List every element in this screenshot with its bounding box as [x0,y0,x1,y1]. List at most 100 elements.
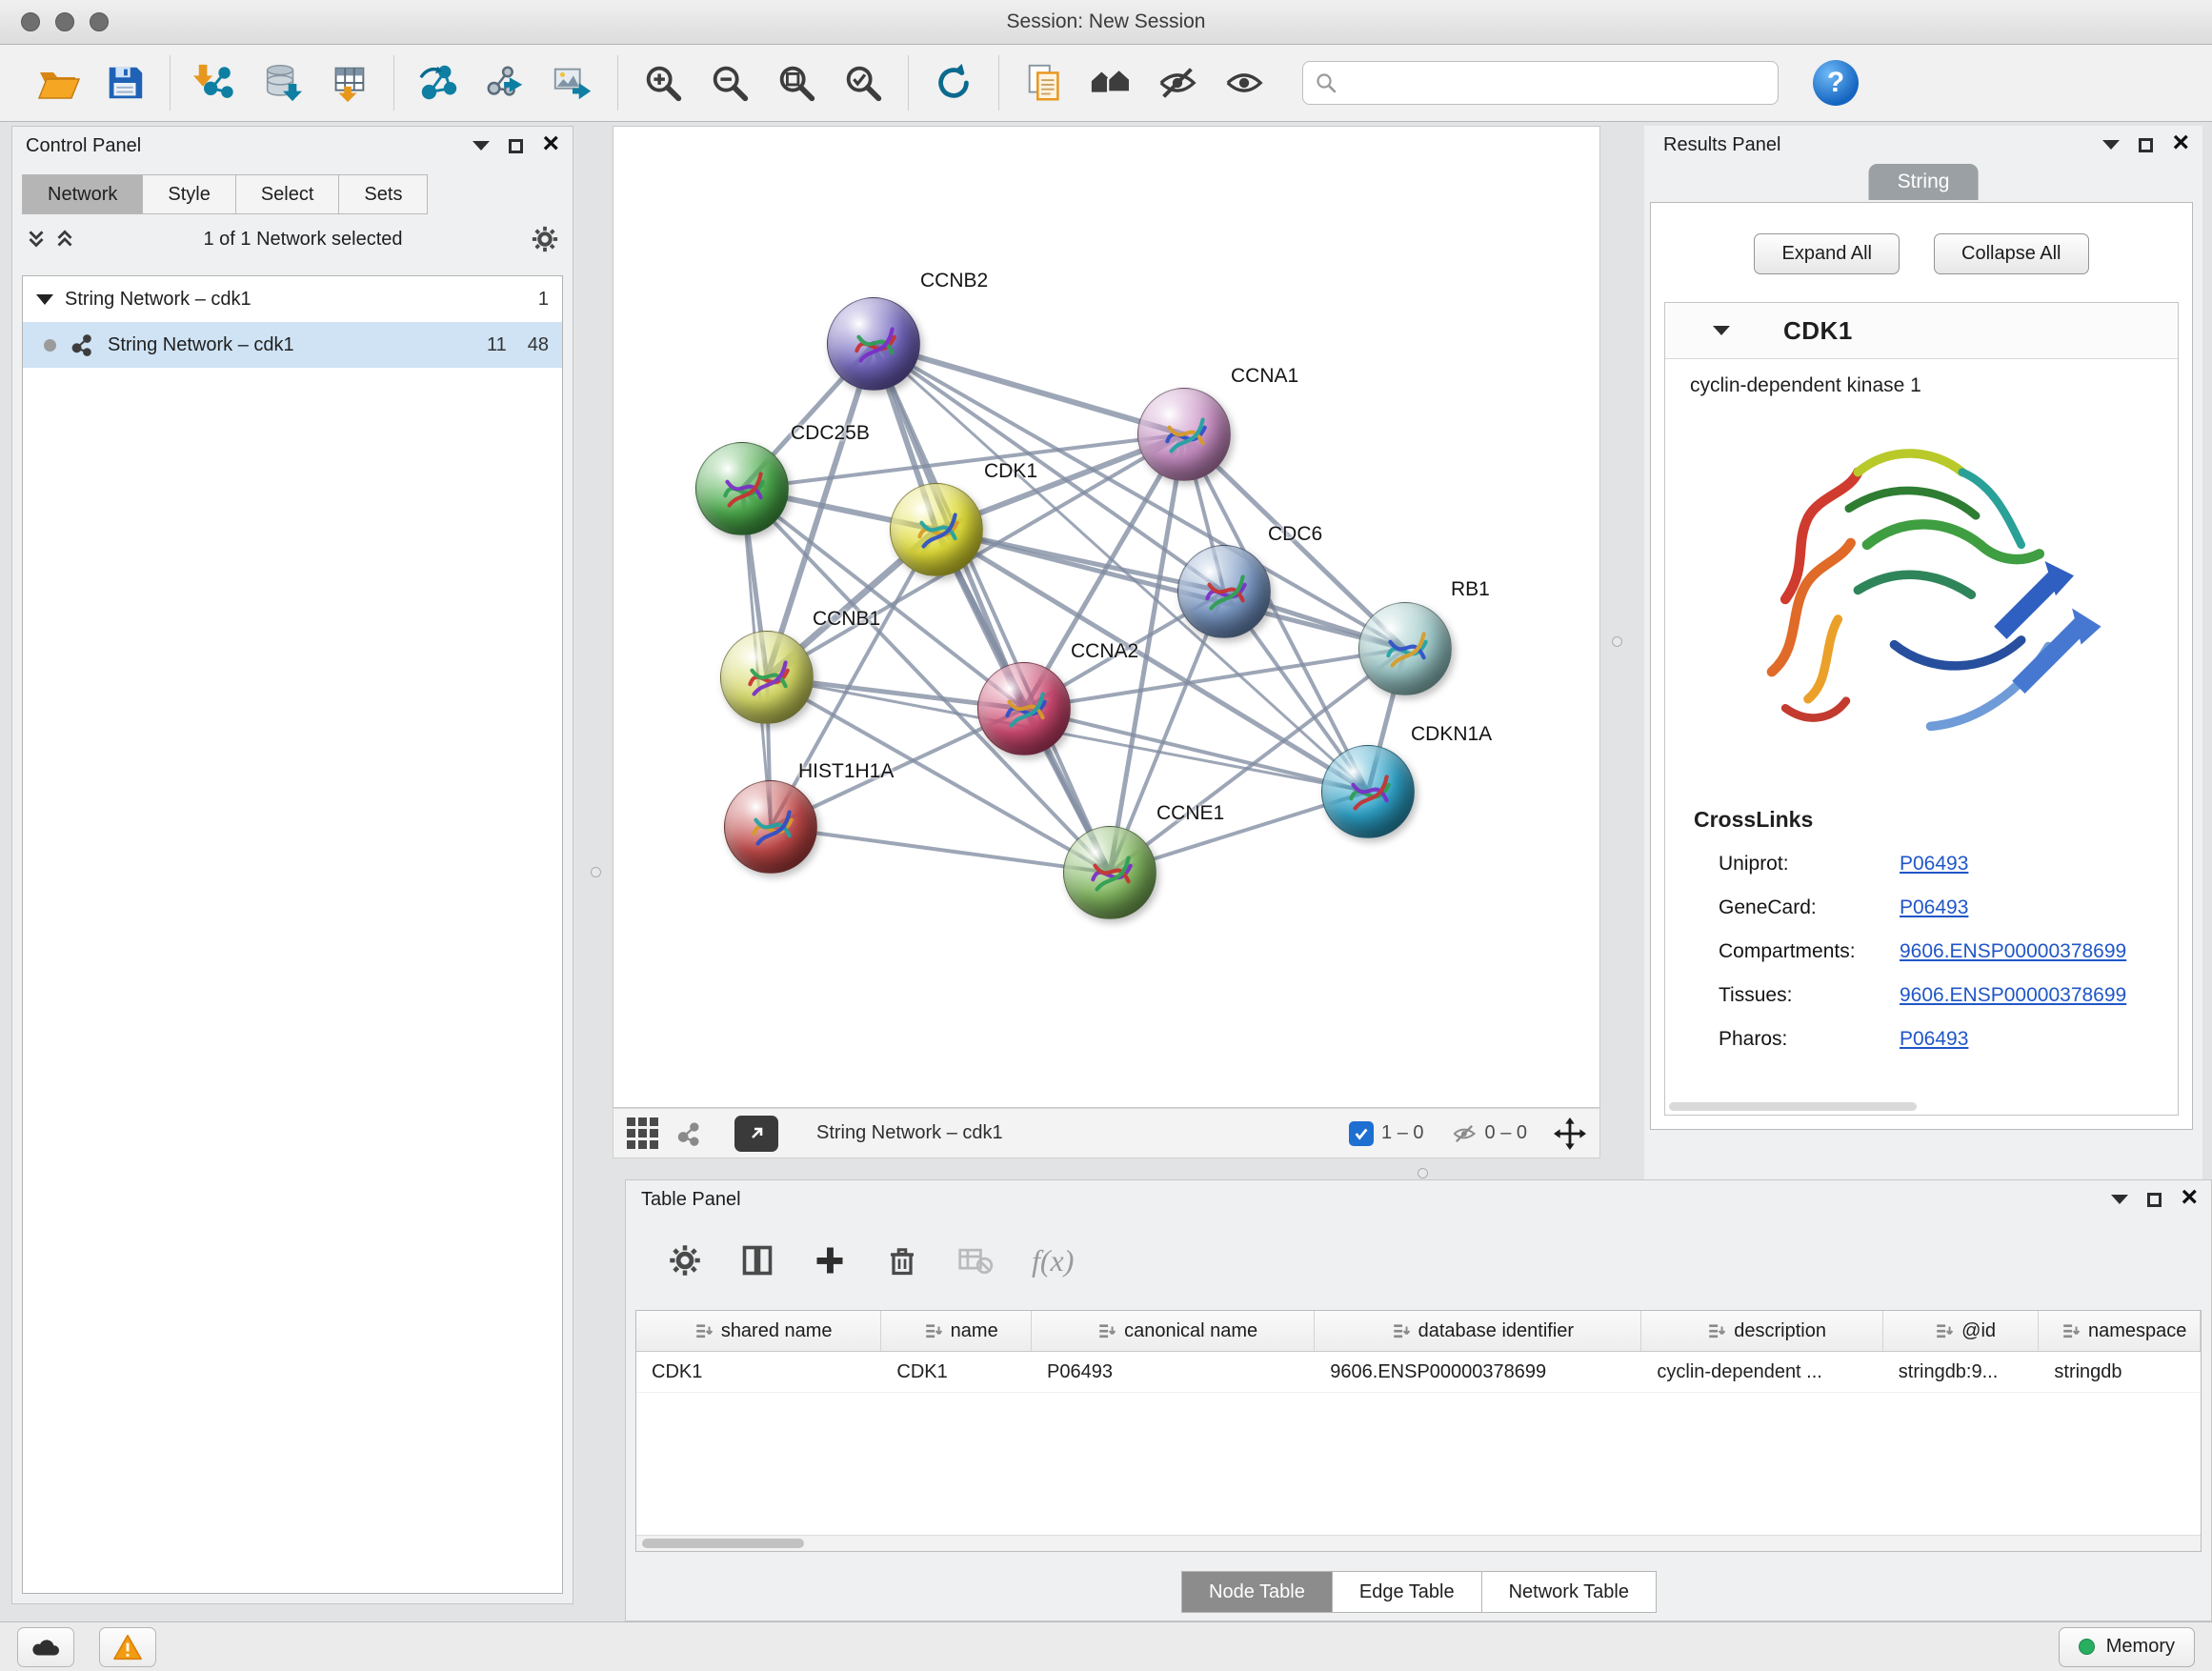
tab-node-table[interactable]: Node Table [1181,1571,1333,1613]
tab-style[interactable]: Style [142,174,235,214]
table-cell[interactable]: CDK1 [881,1352,1032,1392]
table-options-gear-icon[interactable] [668,1243,702,1278]
collapse-all-icon[interactable] [26,227,47,252]
table-cell[interactable]: 9606.ENSP00000378699 [1315,1352,1641,1392]
results-hscrollbar[interactable] [1669,1102,1917,1111]
maximize-window-button[interactable] [90,12,109,31]
home-views-icon[interactable] [1086,58,1136,108]
network-edge[interactable] [936,530,1405,649]
panel-menu-icon[interactable] [473,141,490,151]
table-cell[interactable]: P06493 [1032,1352,1315,1392]
tab-network-table[interactable]: Network Table [1481,1571,1657,1613]
network-node-ccne1[interactable] [1063,826,1156,919]
show-columns-icon[interactable] [740,1243,774,1278]
expand-all-button[interactable]: Expand All [1754,233,1900,274]
network-view-canvas[interactable]: CCNB2CCNA1CDC25BCDK1CDC6RB1CCNB1CCNA2CDK… [613,126,1600,1108]
gene-collapse-caret-icon[interactable] [1713,326,1730,335]
left-splitter-handle[interactable] [591,867,601,877]
network-node-cdc6[interactable] [1177,545,1271,638]
table-row[interactable]: CDK1CDK1P064939606.ENSP00000378699cyclin… [636,1352,2201,1393]
help-button[interactable]: ? [1813,60,1859,106]
crosslink-value-link[interactable]: P06493 [1900,853,1968,876]
tab-network[interactable]: Network [22,174,143,214]
network-row[interactable]: String Network – cdk1 11 48 [23,322,562,368]
import-network-file-icon[interactable] [191,58,240,108]
table-cell[interactable]: stringdb [2039,1352,2201,1392]
tree-expand-caret-icon[interactable] [36,294,53,305]
column-header-namespace[interactable]: namespace [2039,1311,2201,1351]
network-node-cdc25b[interactable] [695,442,789,535]
table-cell[interactable]: CDK1 [636,1352,881,1392]
column-header-shared-name[interactable]: shared name [636,1311,881,1351]
panel-close-icon[interactable]: × [542,130,559,158]
pan-crosshair-icon[interactable] [1554,1117,1586,1150]
network-node-hist1h1a[interactable] [724,780,817,874]
results-tab-string[interactable]: String [1869,164,1979,200]
expand-all-icon[interactable] [54,227,75,252]
zoom-selected-icon[interactable] [838,58,888,108]
open-session-icon[interactable] [33,58,83,108]
export-image-icon[interactable] [548,58,597,108]
panel-float-icon[interactable] [2147,1193,2162,1207]
export-view-button[interactable] [734,1116,778,1152]
create-column-plus-icon[interactable] [813,1243,847,1278]
tab-select[interactable]: Select [235,174,340,214]
network-node-rb1[interactable] [1358,602,1452,695]
global-search-box[interactable] [1302,61,1779,105]
panel-menu-icon[interactable] [2111,1195,2128,1204]
column-header--id[interactable]: @id [1883,1311,2040,1351]
network-node-ccnb2[interactable] [827,297,920,391]
network-node-ccnb1[interactable] [720,631,814,724]
table-hscrollbar[interactable] [636,1535,2201,1551]
right-splitter-handle[interactable] [1612,636,1622,647]
tab-sets[interactable]: Sets [338,174,428,214]
panel-menu-icon[interactable] [2102,140,2120,150]
delete-column-trash-icon[interactable] [885,1243,919,1278]
import-table-file-icon[interactable] [324,58,373,108]
column-header-database-identifier[interactable]: database identifier [1315,1311,1641,1351]
collapse-all-button[interactable]: Collapse All [1934,233,2089,274]
network-edge[interactable] [771,827,1110,873]
gene-card-header[interactable]: CDK1 [1665,303,2178,359]
panel-close-icon[interactable]: × [2172,129,2189,157]
show-eye-icon[interactable] [1219,58,1269,108]
global-search-input[interactable] [1337,71,1766,95]
column-header-name[interactable]: name [881,1311,1032,1351]
bottom-splitter-handle[interactable] [1418,1168,1428,1178]
panel-float-icon[interactable] [2139,138,2153,152]
zoom-fit-icon[interactable] [772,58,821,108]
table-cell[interactable]: stringdb:9... [1883,1352,2040,1392]
minimize-window-button[interactable] [55,12,74,31]
network-collection-row[interactable]: String Network – cdk1 1 [23,276,562,322]
copy-document-icon[interactable] [1019,58,1069,108]
crosslink-value-link[interactable]: 9606.ENSP00000378699 [1900,940,2126,963]
network-options-gear-icon[interactable] [531,225,559,253]
network-edge[interactable] [874,344,1110,873]
tab-edge-table[interactable]: Edge Table [1332,1571,1482,1613]
import-network-database-icon[interactable] [257,58,307,108]
refresh-layout-icon[interactable] [929,58,978,108]
network-node-cdk1[interactable] [890,483,983,576]
cloud-button[interactable] [17,1627,74,1667]
first-neighbors-icon[interactable] [414,58,464,108]
show-grid-icon[interactable] [627,1117,658,1149]
zoom-out-icon[interactable] [705,58,754,108]
column-header-canonical-name[interactable]: canonical name [1032,1311,1315,1351]
network-node-cdkn1a[interactable] [1321,745,1415,838]
checkbox-icon[interactable] [1349,1121,1374,1146]
network-edge[interactable] [874,344,1184,434]
network-node-ccna2[interactable] [977,662,1071,755]
crosslink-value-link[interactable]: P06493 [1900,896,1968,919]
network-node-ccna1[interactable] [1137,388,1231,481]
save-session-icon[interactable] [100,58,150,108]
crosslink-value-link[interactable]: 9606.ENSP00000378699 [1900,984,2126,1007]
memory-button[interactable]: Memory [2059,1627,2195,1667]
hide-eye-icon[interactable] [1153,58,1202,108]
table-cell[interactable]: cyclin-dependent ... [1641,1352,1882,1392]
warnings-button[interactable] [99,1627,156,1667]
panel-float-icon[interactable] [509,139,523,153]
column-header-description[interactable]: description [1641,1311,1882,1351]
close-window-button[interactable] [21,12,40,31]
crosslink-value-link[interactable]: P06493 [1900,1028,1968,1051]
birds-eye-view-icon[interactable] [675,1120,702,1147]
